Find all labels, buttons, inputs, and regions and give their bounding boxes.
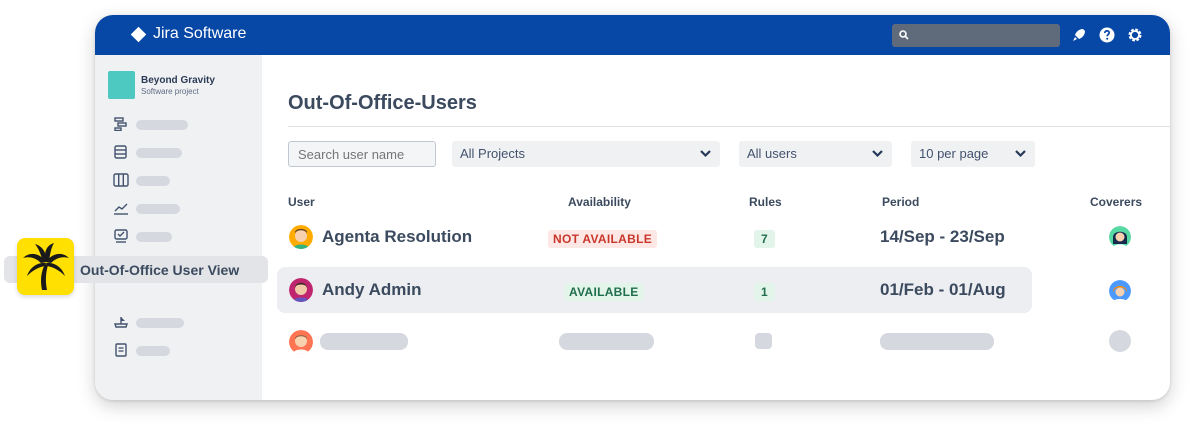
sidebar-item-label [136, 148, 182, 158]
out-of-office-nav-label[interactable]: Out-Of-Office User View [80, 262, 239, 278]
releases-icon [114, 317, 128, 328]
sidebar-item-issues[interactable] [113, 229, 172, 243]
column-header-coverers[interactable]: Coverers [1090, 195, 1142, 209]
sidebar-item-roadmap[interactable] [113, 117, 188, 131]
search-icon [899, 30, 909, 40]
top-navigation-bar: Jira Software [95, 15, 1170, 55]
project-name[interactable]: Beyond Gravity [141, 75, 215, 86]
sidebar-item-pages[interactable] [113, 343, 170, 357]
user-avatar[interactable] [289, 278, 313, 302]
placeholder-coverer [1109, 330, 1131, 352]
placeholder-rules [755, 333, 772, 349]
reports-icon [114, 203, 128, 215]
status-badge: NOT AVAILABLE [548, 230, 658, 248]
board-icon [113, 173, 129, 187]
chevron-down-icon [1015, 150, 1026, 158]
sidebar-item-label [136, 232, 172, 242]
users-filter-select[interactable]: All users [739, 141, 892, 167]
period-text: 14/Sep - 23/Sep [880, 227, 1005, 246]
sidebar-item-board[interactable] [113, 173, 170, 187]
settings-icon[interactable] [1126, 26, 1144, 44]
sidebar-item-label [136, 346, 170, 356]
rules-count[interactable]: 7 [754, 230, 775, 248]
column-header-period[interactable]: Period [882, 195, 919, 209]
backlog-icon [114, 145, 127, 159]
help-icon[interactable] [1098, 26, 1116, 44]
sidebar-item-backlog[interactable] [113, 145, 182, 159]
page-title: Out-Of-Office-Users [288, 92, 477, 114]
pages-icon [115, 343, 127, 357]
per-page-value: 10 per page [919, 146, 989, 161]
placeholder-period [880, 333, 994, 350]
issues-icon [114, 229, 128, 243]
project-filter-value: All Projects [460, 146, 526, 161]
sidebar-item-releases[interactable] [113, 315, 184, 329]
sidebar-item-label [136, 120, 188, 130]
user-name[interactable]: Andy Admin [322, 280, 421, 300]
column-header-rules[interactable]: Rules [749, 195, 782, 209]
search-user-input[interactable] [288, 141, 436, 167]
chevron-down-icon [700, 150, 711, 158]
project-type: Software project [141, 87, 199, 96]
project-avatar[interactable] [108, 71, 135, 99]
jira-diamond-icon [130, 26, 147, 42]
rocket-icon[interactable] [1070, 26, 1088, 44]
app-name: Jira Software [153, 25, 247, 42]
app-window: Jira Software Beyond Gravity Software pr… [95, 15, 1170, 400]
per-page-select[interactable]: 10 per page [911, 141, 1035, 167]
users-filter-value: All users [747, 146, 797, 161]
sidebar-item-label [136, 204, 180, 214]
status-badge: AVAILABLE [564, 283, 644, 301]
column-header-user[interactable]: User [288, 195, 315, 209]
period-text: 01/Feb - 01/Aug [880, 280, 1006, 299]
title-divider [288, 126, 1170, 127]
palm-tree-icon[interactable] [17, 238, 74, 295]
user-name[interactable]: Agenta Resolution [322, 227, 472, 247]
placeholder-user-name [320, 333, 408, 350]
user-avatar [289, 330, 313, 354]
column-header-availability[interactable]: Availability [568, 195, 631, 209]
chevron-down-icon [872, 150, 883, 158]
project-filter-select[interactable]: All Projects [452, 141, 720, 167]
jira-logo[interactable]: Jira Software [130, 25, 247, 43]
global-search-input[interactable] [892, 24, 1060, 47]
project-sidebar: Beyond Gravity Software project [95, 55, 262, 400]
user-avatar[interactable] [289, 225, 313, 249]
coverer-avatar[interactable] [1109, 226, 1131, 248]
rules-count[interactable]: 1 [754, 283, 775, 301]
sidebar-item-reports[interactable] [113, 201, 180, 215]
coverer-avatar[interactable] [1109, 280, 1131, 302]
roadmap-icon [114, 117, 127, 131]
sidebar-item-label [136, 318, 184, 328]
placeholder-availability [559, 333, 654, 350]
sidebar-item-label [136, 176, 170, 186]
